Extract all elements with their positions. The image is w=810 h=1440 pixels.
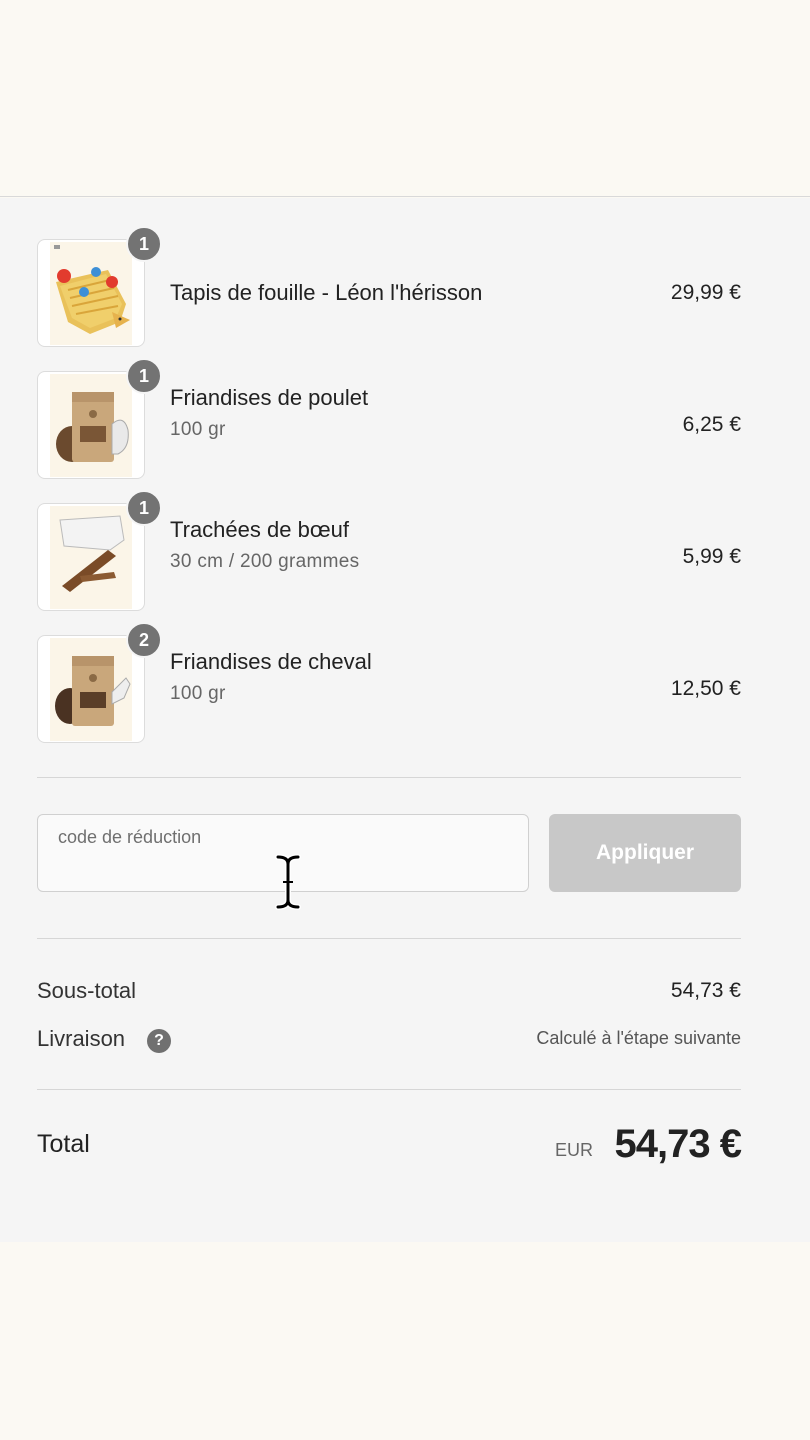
line-item: 1 Tapis de fouille - Léon l'hérisson 29,…	[37, 226, 741, 347]
line-item: 1 Trachées de bœuf 30 cm / 200 grammes 5…	[37, 490, 741, 611]
product-thumbnail: 1	[37, 358, 162, 479]
product-name: Trachées de bœuf	[170, 517, 349, 542]
product-variant: 100 gr	[170, 683, 226, 704]
product-name: Friandises de poulet	[170, 385, 369, 410]
quantity-badge: 2	[126, 622, 162, 658]
beef-trachea-chew-image	[50, 506, 132, 609]
divider	[37, 777, 741, 778]
line-item: 2 Friandises de cheval 100 gr 12,50 €	[37, 622, 741, 743]
product-thumbnail: 1	[37, 490, 162, 611]
quantity-badge: 1	[126, 490, 162, 526]
quantity-badge: 1	[126, 358, 162, 394]
product-thumbnail: 1	[37, 226, 162, 347]
horse-treats-bag-image	[50, 638, 132, 741]
product-name: Friandises de cheval	[170, 649, 372, 674]
shipping-value: Calculé à l'étape suivante	[536, 1028, 741, 1048]
total-label: Total	[37, 1130, 90, 1158]
product-price: 29,99 €	[670, 281, 741, 304]
currency-code: EUR	[555, 1140, 594, 1160]
divider	[37, 1089, 741, 1090]
total-value: 54,73 €	[614, 1122, 742, 1166]
header-area	[0, 0, 810, 197]
product-variant: 100 gr	[170, 419, 226, 440]
quantity-badge: 1	[126, 226, 162, 262]
product-price: 12,50 €	[670, 677, 741, 700]
footer-area	[0, 1242, 810, 1440]
discount-code-placeholder: code de réduction	[58, 827, 202, 847]
text-cursor-icon	[275, 854, 301, 910]
subtotal-value: 54,73 €	[670, 979, 741, 1002]
shipping-label: Livraison	[37, 1026, 126, 1051]
help-icon[interactable]: ?	[147, 1029, 171, 1053]
product-price: 5,99 €	[682, 545, 741, 568]
product-thumbnail: 2	[37, 622, 162, 743]
product-price: 6,25 €	[682, 413, 741, 436]
product-name: Tapis de fouille - Léon l'hérisson	[170, 280, 483, 305]
product-variant: 30 cm / 200 grammes	[170, 551, 360, 572]
line-item: 1 Friandises de poulet 100 gr 6,25 €	[37, 358, 741, 479]
chicken-treats-bag-image	[50, 374, 132, 477]
apply-discount-button[interactable]: Appliquer	[549, 814, 741, 892]
subtotal-label: Sous-total	[37, 978, 137, 1003]
hedgehog-snuffle-mat-image	[50, 242, 132, 345]
divider	[37, 938, 741, 939]
